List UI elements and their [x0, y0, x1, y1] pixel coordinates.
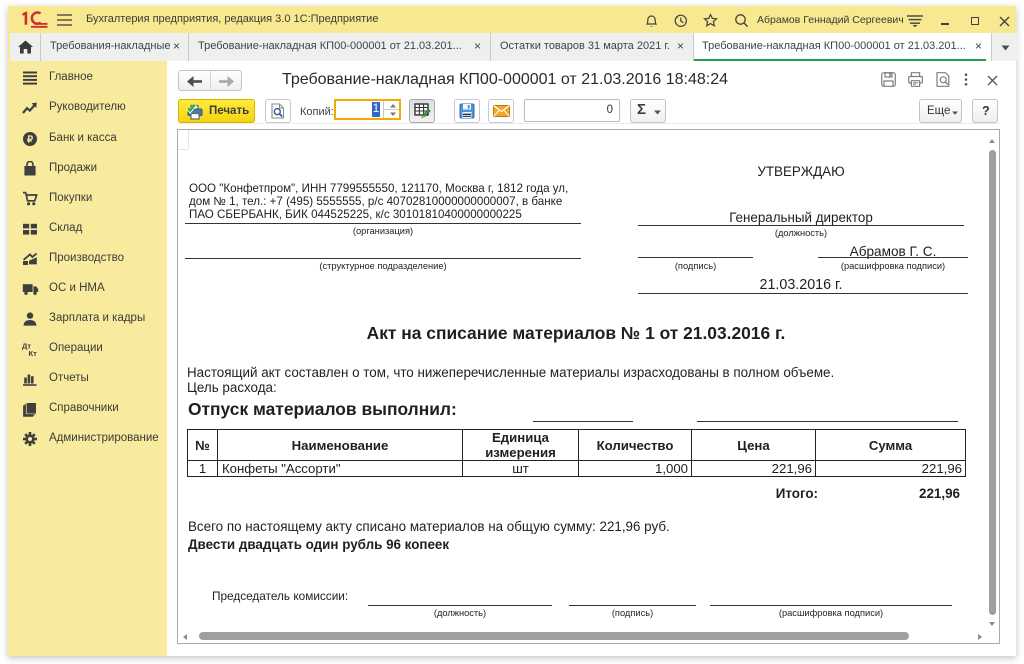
svg-text:Кт: Кт: [29, 349, 38, 357]
svg-text:₽: ₽: [27, 135, 34, 146]
